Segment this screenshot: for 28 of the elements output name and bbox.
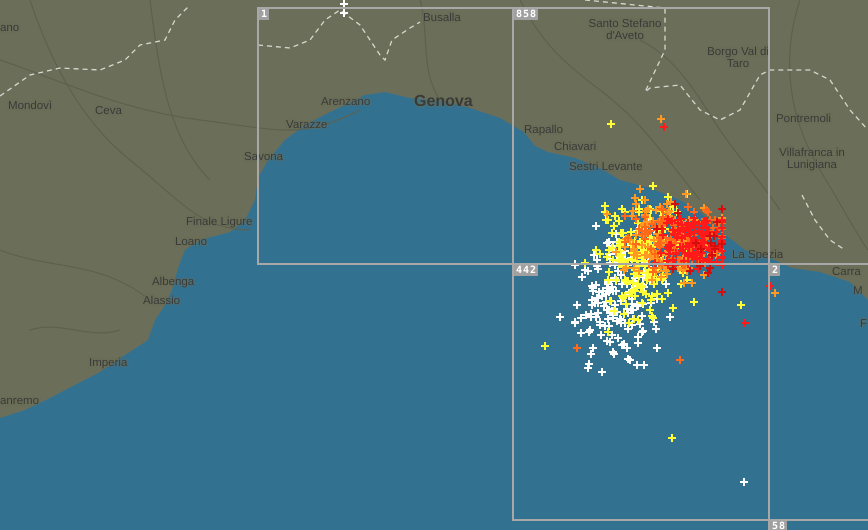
- place-label: M: [853, 285, 863, 297]
- place-label: F: [860, 318, 868, 330]
- lightning-strike-icon: [736, 300, 746, 310]
- strike-count-badge: 2: [770, 265, 780, 276]
- border-line: [801, 194, 846, 251]
- lightning-strike-icon: [656, 114, 666, 124]
- place-label: Sestri Levante: [569, 161, 643, 173]
- place-label: Loano: [175, 236, 207, 248]
- place-label: Arenzano: [321, 96, 370, 108]
- lightning-strike-icon: [606, 119, 616, 129]
- lightning-strike-icon: [667, 433, 677, 443]
- place-label: Alassio: [143, 295, 180, 307]
- place-label: Imperia: [89, 357, 128, 369]
- place-label: Albenga: [152, 276, 194, 288]
- lightning-strike-icon: [770, 288, 780, 298]
- strike-count-badge: 1: [259, 9, 270, 20]
- strike-count-badge: 442: [514, 265, 538, 276]
- lightning-strike-icon: [740, 318, 750, 328]
- lightning-strike-icon: [540, 341, 550, 351]
- strike-count-badge: 58: [770, 521, 788, 530]
- place-label: Varazze: [286, 119, 328, 131]
- lightning-strike-icon: [765, 281, 775, 291]
- lightning-strike-icon: [339, 0, 349, 9]
- lightning-strike-icon: [739, 477, 749, 487]
- lightning-strike-icon: [659, 122, 669, 132]
- strike-count-badge: 858: [514, 9, 538, 20]
- place-label: Genova: [414, 93, 473, 110]
- lightning-strike-icon: [339, 8, 349, 18]
